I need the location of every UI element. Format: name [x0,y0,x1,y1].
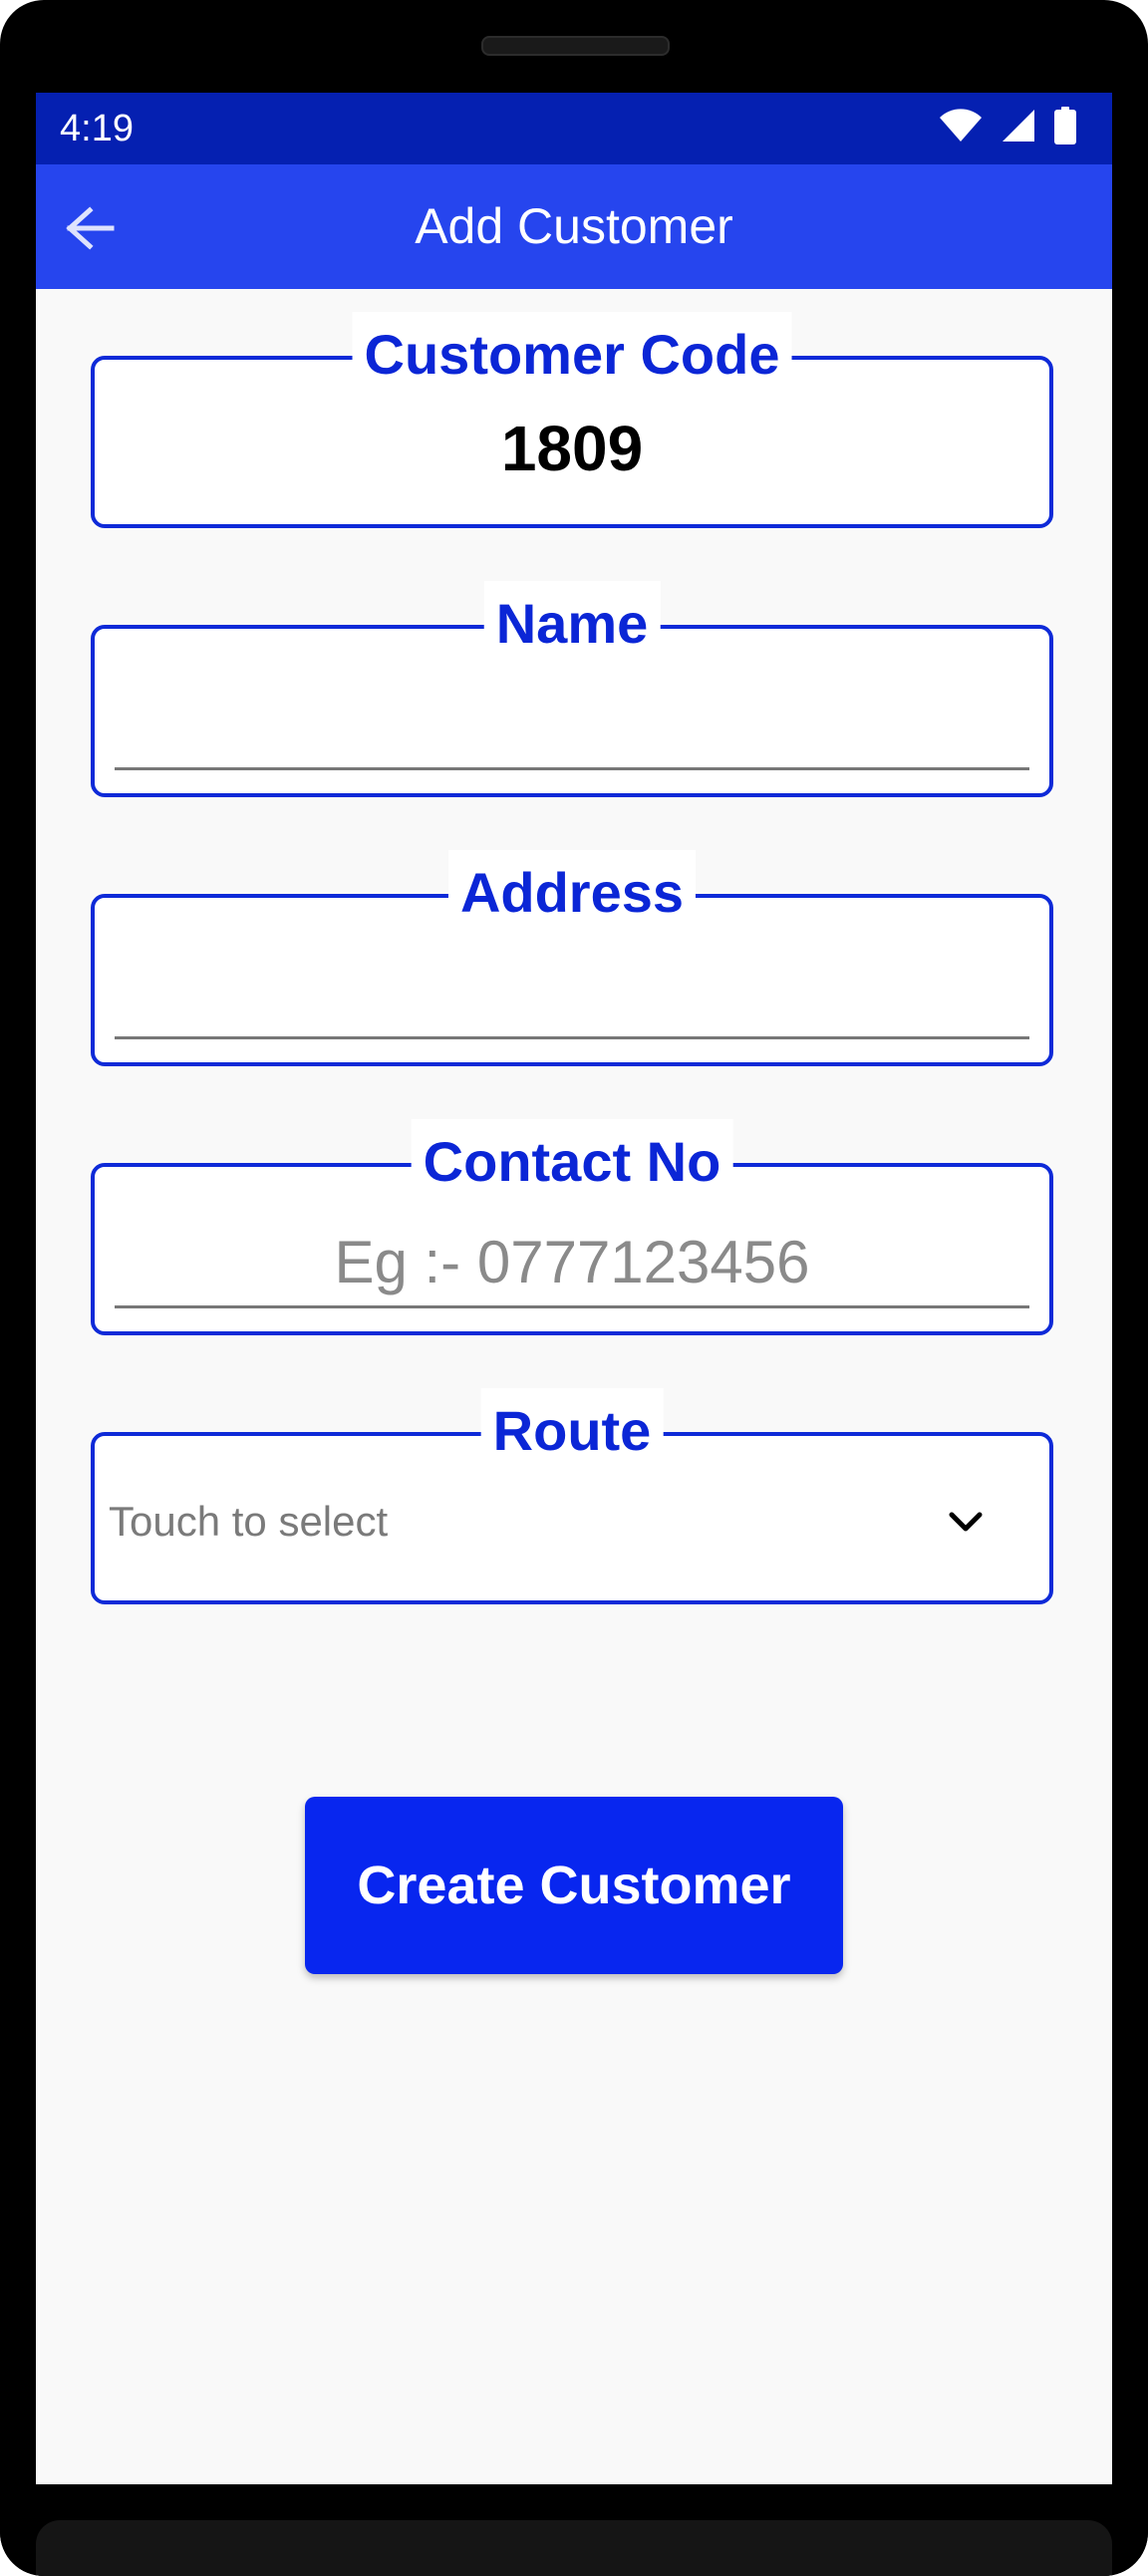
address-input[interactable] [115,950,1029,1039]
status-time: 4:19 [60,108,134,149]
app-bar: Add Customer [36,164,1112,289]
wifi-icon [940,109,982,142]
app-screen: 4:19 Add Customer Customer Code 1809 Nam… [36,93,1112,2484]
customer-code-value: 1809 [500,413,644,484]
name-field: Name [91,581,1053,797]
contact-no-label: Contact No [411,1119,733,1205]
address-field: Address [91,850,1053,1066]
chevron-down-icon[interactable] [946,1502,986,1542]
create-customer-button[interactable]: Create Customer [305,1797,843,1974]
name-label: Name [483,581,661,667]
contact-no-field: Contact No [91,1119,1053,1335]
customer-code-label: Customer Code [352,312,792,398]
page-title: Add Customer [415,198,733,254]
navigation-bar-bezel [36,2520,1112,2576]
phone-frame: 4:19 Add Customer Customer Code 1809 Nam… [0,0,1148,2576]
earpiece-speaker [481,36,670,56]
contact-no-input[interactable] [115,1219,1029,1308]
battery-icon [1054,107,1076,144]
route-label: Route [480,1388,664,1474]
customer-code-field: Customer Code 1809 [91,312,1053,528]
route-field[interactable]: Route Touch to select [91,1388,1053,1604]
address-label: Address [447,850,697,936]
status-bar: 4:19 [36,93,1112,164]
route-select-value[interactable]: Touch to select [109,1494,388,1550]
cellular-signal-icon [1003,110,1034,142]
name-input[interactable] [115,681,1029,770]
status-icons [939,107,1076,144]
